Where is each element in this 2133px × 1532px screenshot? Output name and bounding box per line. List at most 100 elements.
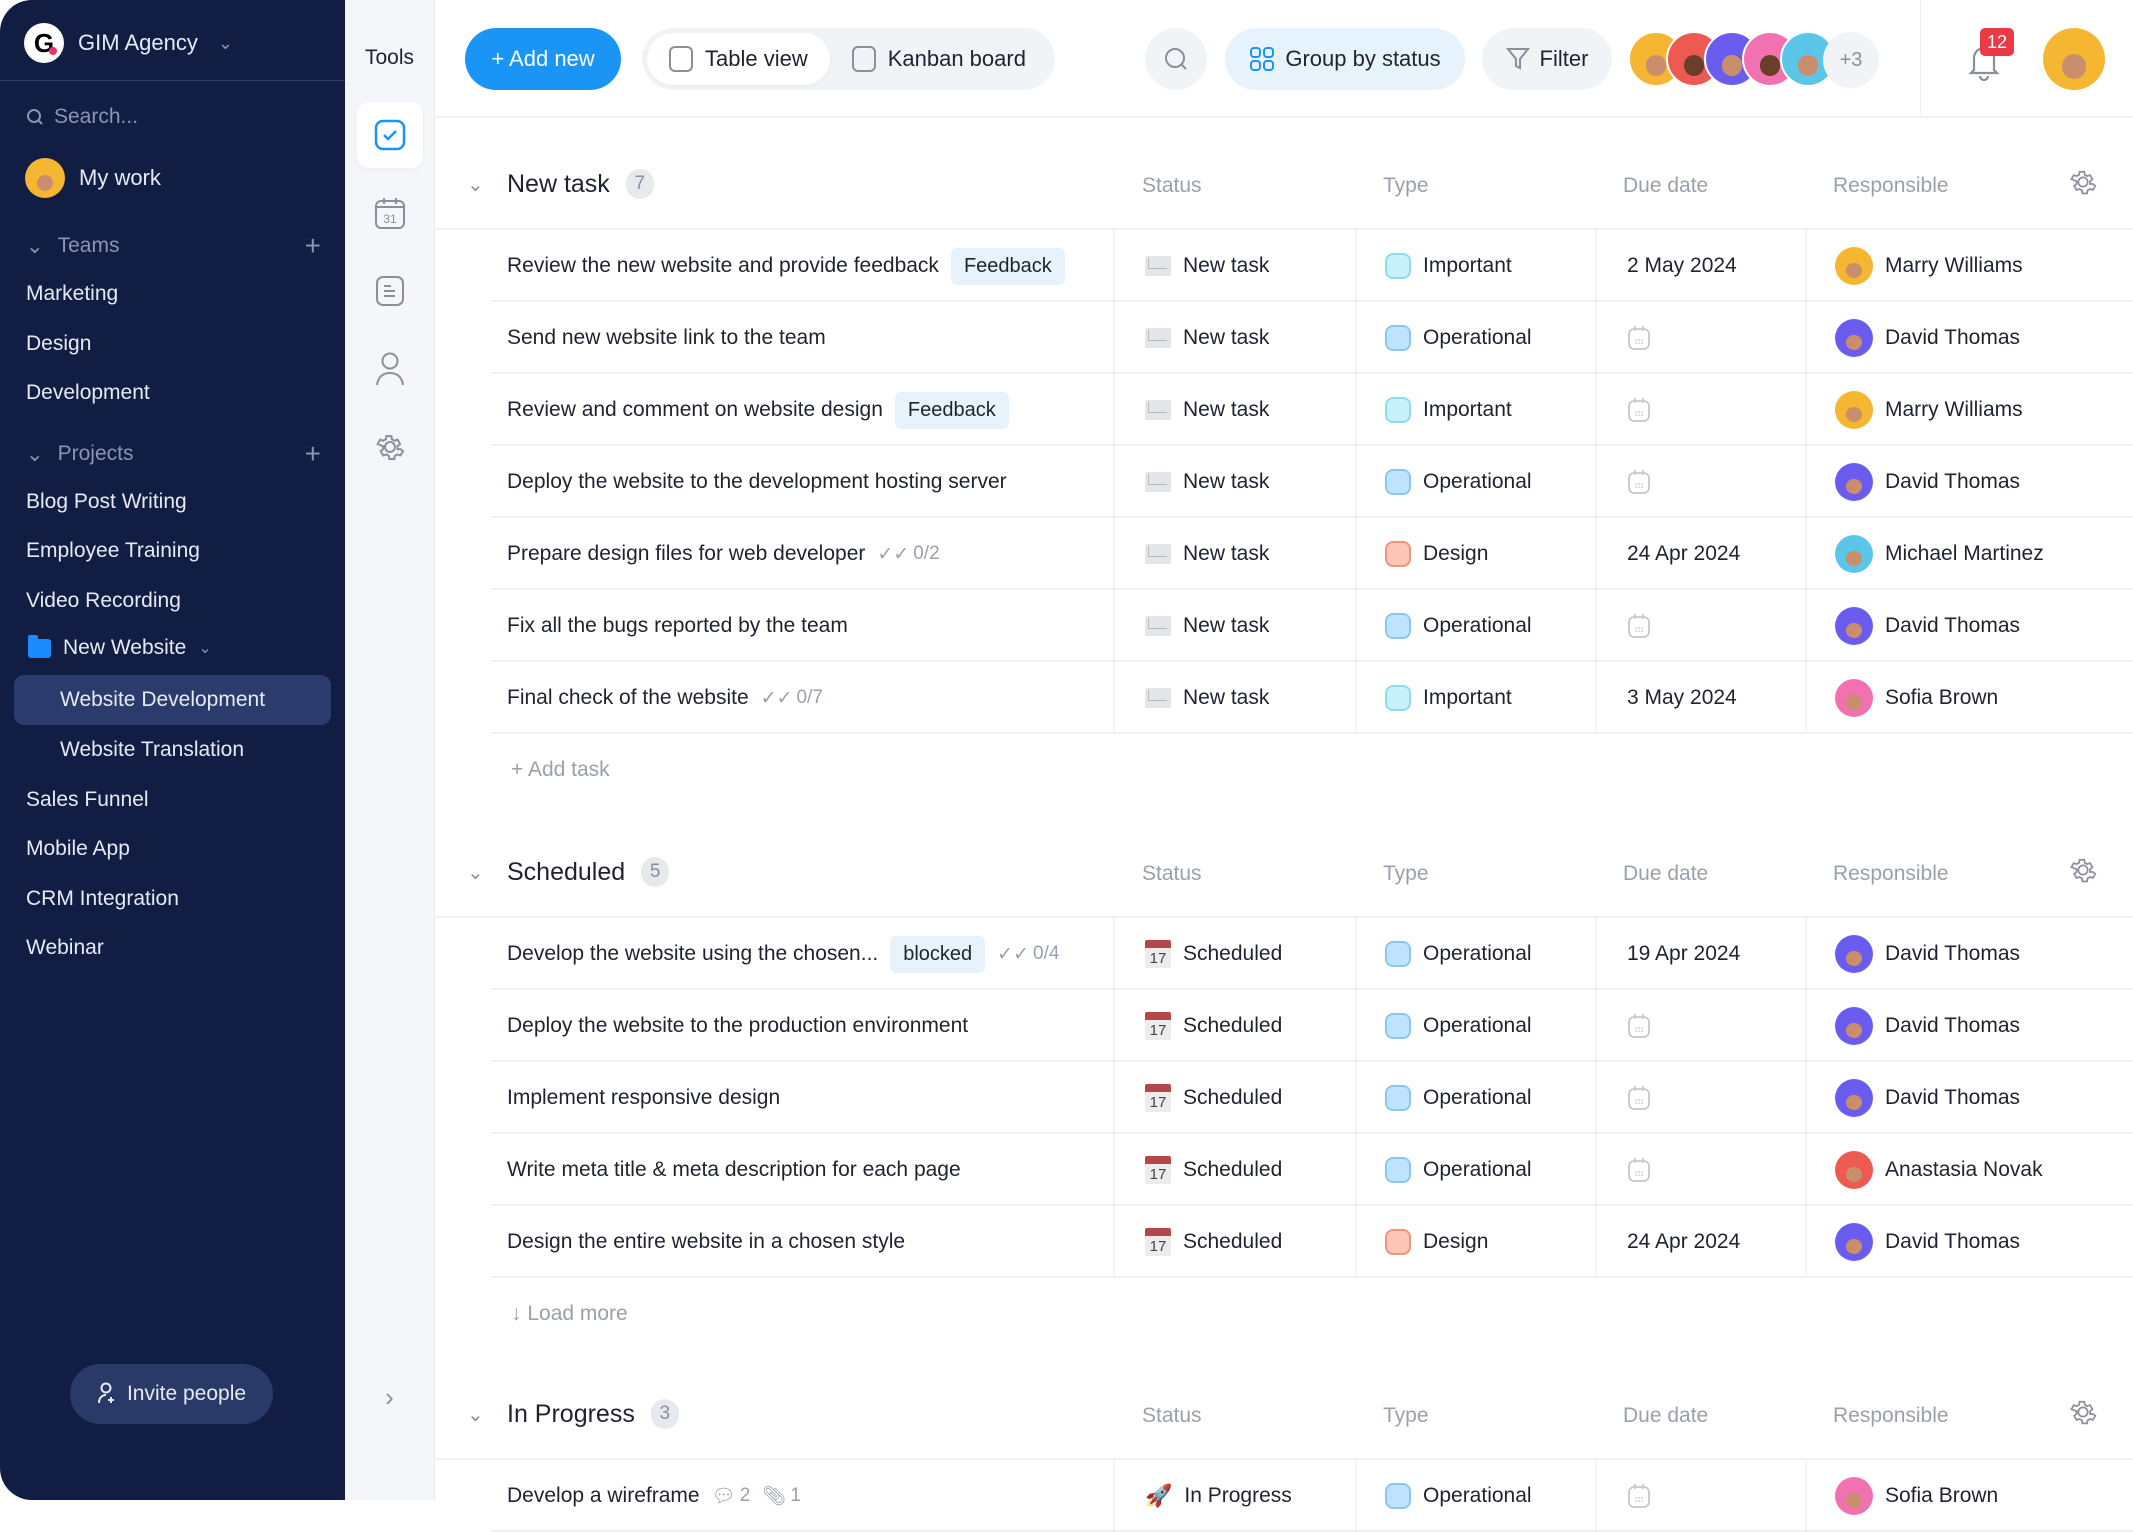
table-row[interactable]: Write meta title & meta description for …	[435, 1134, 2133, 1206]
responsible-cell[interactable]: David Thomas	[1805, 590, 2133, 662]
task-title[interactable]: Deploy the website to the development ho…	[507, 470, 1007, 494]
sidebar-item-crm-integration[interactable]: CRM Integration	[26, 887, 179, 911]
sidebar-item-development[interactable]: Development	[26, 381, 150, 405]
due-date-cell[interactable]	[1595, 990, 1805, 1062]
due-date-cell[interactable]: 3 May 2024	[1595, 662, 1805, 734]
calendar-icon[interactable]	[1627, 613, 1651, 639]
calendar-icon[interactable]	[1627, 397, 1651, 423]
type-cell[interactable]: Important	[1355, 230, 1595, 302]
member-avatars[interactable]	[1628, 31, 1836, 87]
due-date-cell[interactable]: 24 Apr 2024	[1595, 1206, 1805, 1278]
due-date-cell[interactable]: 2 May 2024	[1595, 230, 1805, 302]
task-title[interactable]: Write meta title & meta description for …	[507, 1158, 961, 1182]
task-title[interactable]: Develop the website using the chosen...	[507, 942, 878, 966]
calendar-icon[interactable]	[1627, 469, 1651, 495]
group-by-status-button[interactable]: Group by status	[1225, 28, 1465, 90]
column-header-status[interactable]: Status	[1142, 174, 1202, 198]
responsible-cell[interactable]: David Thomas	[1805, 446, 2133, 518]
status-cell[interactable]: 17 Scheduled	[1113, 1062, 1355, 1134]
sidebar-item-video-recording[interactable]: Video Recording	[26, 589, 181, 613]
sidebar-item-website-translation[interactable]: Website Translation	[14, 725, 331, 775]
sidebar-item-mobile-app[interactable]: Mobile App	[26, 837, 130, 861]
sidebar-item-my-work[interactable]: My work	[25, 158, 161, 198]
task-tag[interactable]: blocked	[890, 935, 986, 973]
status-cell[interactable]: New task	[1113, 590, 1355, 662]
task-title[interactable]: Prepare design files for web developer	[507, 542, 865, 566]
tab-table-view[interactable]: Table view	[647, 33, 830, 85]
table-row[interactable]: Develop a wireframe 💬︎ 2 📎︎ 1 🚀 In Progress Ope…	[435, 1460, 2133, 1532]
tab-kanban-board[interactable]: Kanban board	[830, 33, 1048, 85]
gear-icon[interactable]	[2067, 1396, 2099, 1428]
responsible-cell[interactable]: Anastasia Novak	[1805, 1134, 2133, 1206]
type-cell[interactable]: Operational	[1355, 1460, 1595, 1532]
task-title-cell[interactable]: Deploy the website to the production env…	[507, 990, 968, 1062]
task-title-cell[interactable]: Prepare design files for web developer ✓✓…	[507, 518, 940, 590]
type-cell[interactable]: Operational	[1355, 1134, 1595, 1206]
load-more-button[interactable]: ↓ Load more	[435, 1278, 2133, 1350]
more-members-button[interactable]: +3	[1823, 32, 1879, 88]
column-header-type[interactable]: Type	[1383, 862, 1429, 886]
table-row[interactable]: Develop the website using the chosen... b…	[435, 918, 2133, 990]
due-date-cell[interactable]	[1595, 590, 1805, 662]
due-date-cell[interactable]	[1595, 374, 1805, 446]
type-cell[interactable]: Operational	[1355, 1062, 1595, 1134]
responsible-cell[interactable]: Marry Williams	[1805, 230, 2133, 302]
responsible-cell[interactable]: David Thomas	[1805, 990, 2133, 1062]
sidebar-folder-new-website[interactable]: New Website ⌄	[28, 634, 212, 660]
task-title-cell[interactable]: Write meta title & meta description for …	[507, 1134, 961, 1206]
add-new-button[interactable]: + Add new	[465, 28, 621, 90]
responsible-cell[interactable]: Sofia Brown	[1805, 662, 2133, 734]
workspace-switcher[interactable]: G GIM Agency ⌄	[24, 22, 233, 64]
table-row[interactable]: Deploy the website to the production env…	[435, 990, 2133, 1062]
column-header-due-date[interactable]: Due date	[1623, 174, 1708, 198]
tool-notes[interactable]	[357, 258, 423, 324]
type-cell[interactable]: Operational	[1355, 590, 1595, 662]
table-row[interactable]: Prepare design files for web developer ✓✓…	[435, 518, 2133, 590]
status-cell[interactable]: 17 Scheduled	[1113, 918, 1355, 990]
sidebar-item-sales-funnel[interactable]: Sales Funnel	[26, 788, 149, 812]
table-row[interactable]: Deploy the website to the development ho…	[435, 446, 2133, 518]
task-tag[interactable]: Feedback	[894, 391, 1009, 429]
due-date-cell[interactable]: 19 Apr 2024	[1595, 918, 1805, 990]
responsible-cell[interactable]: Michael Martinez	[1805, 518, 2133, 590]
responsible-cell[interactable]: Sofia Brown	[1805, 1460, 2133, 1532]
column-header-responsible[interactable]: Responsible	[1833, 862, 1949, 886]
sidebar-item-employee-training[interactable]: Employee Training	[26, 539, 200, 563]
due-date-cell[interactable]: 24 Apr 2024	[1595, 518, 1805, 590]
column-header-responsible[interactable]: Responsible	[1833, 174, 1949, 198]
table-row[interactable]: Design the entire website in a chosen st…	[435, 1206, 2133, 1278]
tool-tasks[interactable]	[357, 102, 423, 168]
teams-section[interactable]: ⌄ Teams +	[26, 230, 321, 262]
task-title[interactable]: Review and comment on website design	[507, 398, 883, 422]
task-title[interactable]: Final check of the website	[507, 686, 749, 710]
status-cell[interactable]: 17 Scheduled	[1113, 990, 1355, 1062]
type-cell[interactable]: Operational	[1355, 446, 1595, 518]
status-cell[interactable]: New task	[1113, 374, 1355, 446]
user-avatar[interactable]	[2043, 28, 2105, 90]
task-title[interactable]: Send new website link to the team	[507, 326, 826, 350]
task-title-cell[interactable]: Deploy the website to the development ho…	[507, 446, 1007, 518]
type-cell[interactable]: Operational	[1355, 918, 1595, 990]
column-header-due-date[interactable]: Due date	[1623, 1404, 1708, 1428]
chevron-down-icon[interactable]: ⌄	[467, 172, 484, 197]
comments-count[interactable]: 💬︎ 2	[712, 1484, 751, 1508]
due-date-cell[interactable]	[1595, 1134, 1805, 1206]
due-date-cell[interactable]	[1595, 1460, 1805, 1532]
add-project-icon[interactable]: +	[305, 438, 321, 470]
type-cell[interactable]: Important	[1355, 662, 1595, 734]
type-cell[interactable]: Design	[1355, 1206, 1595, 1278]
column-header-status[interactable]: Status	[1142, 862, 1202, 886]
calendar-icon[interactable]	[1627, 1157, 1651, 1183]
task-title-cell[interactable]: Implement responsive design	[507, 1062, 780, 1134]
type-cell[interactable]: Operational	[1355, 302, 1595, 374]
task-title[interactable]: Implement responsive design	[507, 1086, 780, 1110]
sidebar-item-blog-post-writing[interactable]: Blog Post Writing	[26, 490, 187, 514]
gear-icon[interactable]	[2067, 166, 2099, 198]
table-row[interactable]: Final check of the website ✓✓ 0/7 New task I…	[435, 662, 2133, 734]
calendar-icon[interactable]	[1627, 325, 1651, 351]
type-cell[interactable]: Important	[1355, 374, 1595, 446]
task-title-cell[interactable]: Develop a wireframe 💬︎ 2 📎︎ 1	[507, 1460, 801, 1532]
invite-people-button[interactable]: Invite people	[70, 1364, 273, 1424]
sidebar-item-marketing[interactable]: Marketing	[26, 282, 118, 306]
chevron-down-icon[interactable]: ⌄	[467, 1402, 484, 1427]
